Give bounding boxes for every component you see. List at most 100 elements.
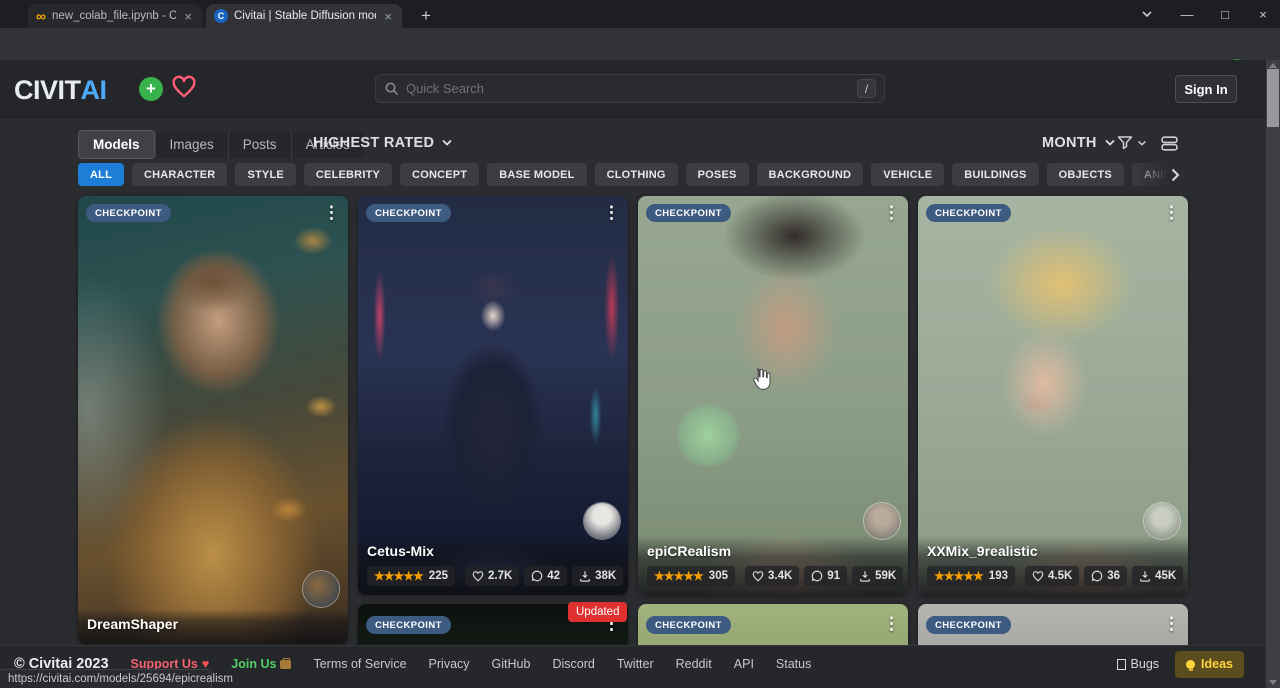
rating-count: 193 xyxy=(989,570,1008,582)
creator-avatar[interactable] xyxy=(864,503,900,539)
ideas-button[interactable]: Ideas xyxy=(1175,651,1244,678)
scrollbar-thumb[interactable] xyxy=(1267,69,1279,127)
creator-avatar[interactable] xyxy=(584,503,620,539)
category-chip-concept[interactable]: CONCEPT xyxy=(400,163,479,186)
tab-search-icon[interactable] xyxy=(1128,0,1166,28)
create-plus-button[interactable]: + xyxy=(139,77,163,101)
rows-layout-icon xyxy=(1160,135,1179,152)
card-menu-icon[interactable]: ⋮ xyxy=(603,204,620,221)
layout-toggle-button[interactable] xyxy=(1160,135,1179,152)
page-scrollbar[interactable] xyxy=(1266,60,1280,688)
model-card-cetus-mix[interactable]: CHECKPOINT ⋮ Cetus-Mix ★★★★★225 2.7K 42 … xyxy=(358,196,628,595)
tab-models[interactable]: Models xyxy=(78,130,155,159)
window-close-button[interactable]: × xyxy=(1244,0,1280,28)
card-menu-icon[interactable]: ⋮ xyxy=(883,204,900,221)
search-icon xyxy=(384,81,399,96)
star-rating-icons: ★★★★★ xyxy=(374,569,423,583)
scrollbar-down-arrow[interactable] xyxy=(1269,680,1277,685)
sort-dropdown[interactable]: HIGHEST RATED xyxy=(313,135,453,151)
window-minimize-button[interactable]: — xyxy=(1168,0,1206,28)
chevron-down-icon xyxy=(1104,139,1116,147)
likes-count: 2.7K xyxy=(488,570,512,582)
scrollbar-up-arrow[interactable] xyxy=(1269,63,1277,68)
card-menu-icon[interactable]: ⋮ xyxy=(1163,204,1180,221)
model-type-badge: CHECKPOINT xyxy=(646,204,731,222)
footer-link-terms[interactable]: Terms of Service xyxy=(313,657,406,671)
model-card-dreamshaper[interactable]: CHECKPOINT ⋮ DreamShaper xyxy=(78,196,348,644)
category-chip-celebrity[interactable]: CELEBRITY xyxy=(304,163,392,186)
model-type-badge: CHECKPOINT xyxy=(366,616,451,634)
heart-icon xyxy=(472,571,484,582)
creator-avatar[interactable] xyxy=(1144,503,1180,539)
browser-status-url: https://civitai.com/models/25694/epicrea… xyxy=(0,669,212,688)
likes-count: 3.4K xyxy=(768,570,792,582)
comment-icon xyxy=(1091,570,1103,582)
footer-link-join-us[interactable]: Join Us xyxy=(231,657,291,671)
civitai-logo[interactable]: CIVITAI xyxy=(14,75,107,106)
category-chip-base-model[interactable]: BASE MODEL xyxy=(487,163,586,186)
bug-icon xyxy=(1117,659,1126,670)
footer-link-twitter[interactable]: Twitter xyxy=(617,657,654,671)
category-chip-style[interactable]: STYLE xyxy=(235,163,295,186)
model-card-epicrealism[interactable]: CHECKPOINT ⋮ epiCRealism ★★★★★305 3.4K 9… xyxy=(638,196,908,595)
category-chip-background[interactable]: BACKGROUND xyxy=(757,163,864,186)
model-stats-row: ★★★★★193 4.5K 36 45K xyxy=(927,566,1179,586)
tab-close-icon[interactable]: × xyxy=(382,9,394,24)
comments-count: 36 xyxy=(1107,570,1120,582)
window-maximize-button[interactable]: □ xyxy=(1206,0,1244,28)
tab-images[interactable]: Images xyxy=(155,131,228,158)
tab-close-icon[interactable]: × xyxy=(182,9,194,24)
comments-count: 91 xyxy=(827,570,840,582)
category-chip-vehicle[interactable]: VEHICLE xyxy=(871,163,944,186)
card-menu-icon[interactable]: ⋮ xyxy=(323,204,340,221)
footer-link-privacy[interactable]: Privacy xyxy=(429,657,470,671)
filter-dropdown[interactable] xyxy=(1116,134,1147,152)
period-dropdown[interactable]: MONTH xyxy=(1042,135,1116,151)
tab-posts[interactable]: Posts xyxy=(228,131,291,158)
category-chip-clothing[interactable]: CLOTHING xyxy=(595,163,678,186)
footer-link-api[interactable]: API xyxy=(734,657,754,671)
chevron-down-icon xyxy=(441,139,453,147)
category-chip-all[interactable]: ALL xyxy=(78,163,124,186)
category-chip-buildings[interactable]: BUILDINGS xyxy=(952,163,1038,186)
quick-search-bar[interactable]: / xyxy=(375,74,885,103)
search-input[interactable] xyxy=(406,81,857,96)
category-chip-objects[interactable]: OBJECTS xyxy=(1047,163,1124,186)
sign-in-button[interactable]: Sign In xyxy=(1175,75,1237,103)
heart-icon xyxy=(752,571,764,582)
model-type-badge: CHECKPOINT xyxy=(926,204,1011,222)
period-label: MONTH xyxy=(1042,135,1097,151)
footer-link-status[interactable]: Status xyxy=(776,657,811,671)
comments-pill: 42 xyxy=(524,566,567,586)
lightbulb-icon xyxy=(1186,660,1195,669)
categories-scroll-right-button[interactable] xyxy=(1128,162,1188,188)
comments-pill: 91 xyxy=(804,566,847,586)
bugs-button[interactable]: Bugs xyxy=(1117,657,1160,671)
model-card-xxmix-9realistic[interactable]: CHECKPOINT ⋮ XXMix_9realistic ★★★★★193 4… xyxy=(918,196,1188,595)
join-us-label: Join Us xyxy=(231,657,276,671)
tab-title: new_colab_file.ipynb - Colaborat xyxy=(52,10,176,22)
model-title: DreamShaper xyxy=(87,616,339,632)
footer-link-reddit[interactable]: Reddit xyxy=(676,657,712,671)
card-menu-icon[interactable]: ⋮ xyxy=(1163,615,1180,632)
model-type-badge: CHECKPOINT xyxy=(86,204,171,222)
category-chip-character[interactable]: CHARACTER xyxy=(132,163,227,186)
category-chip-poses[interactable]: POSES xyxy=(686,163,749,186)
downloads-count: 38K xyxy=(595,570,616,582)
star-rating-icons: ★★★★★ xyxy=(934,569,983,583)
model-stats-row: ★★★★★ 225 2.7K 42 38K xyxy=(367,566,619,586)
download-icon xyxy=(579,570,591,582)
new-tab-button[interactable]: + xyxy=(414,4,438,28)
card-menu-icon[interactable]: ⋮ xyxy=(883,615,900,632)
footer-link-github[interactable]: GitHub xyxy=(492,657,531,671)
download-icon xyxy=(859,570,871,582)
favorites-heart-icon[interactable] xyxy=(171,75,197,99)
search-shortcut-key: / xyxy=(857,79,876,98)
footer-link-discord[interactable]: Discord xyxy=(552,657,594,671)
rating-count: 225 xyxy=(429,570,448,582)
creator-avatar[interactable] xyxy=(303,571,339,607)
browser-tab-civitai[interactable]: C Civitai | Stable Diffusion models, × xyxy=(206,4,402,28)
updated-badge: Updated xyxy=(568,602,627,622)
browser-tab-colab[interactable]: ∞ new_colab_file.ipynb - Colaborat × xyxy=(28,4,202,28)
comments-count: 42 xyxy=(547,570,560,582)
